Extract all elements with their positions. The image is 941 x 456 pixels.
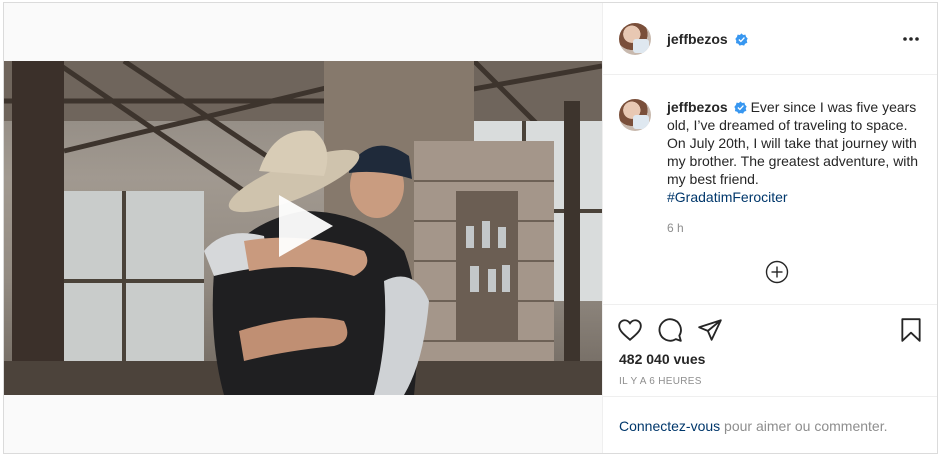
header-username[interactable]: jeffbezos xyxy=(667,31,728,47)
post-caption: jeffbezos Ever since I was five years ol… xyxy=(667,98,929,206)
heart-icon[interactable] xyxy=(617,317,643,343)
post-header: jeffbezos xyxy=(603,3,937,75)
caption-avatar[interactable] xyxy=(619,99,651,131)
video-player[interactable] xyxy=(4,61,602,395)
paper-plane-icon[interactable] xyxy=(697,317,723,343)
login-text: Connectez-vous pour aimer ou commenter. xyxy=(619,418,887,434)
plus-circle-icon[interactable] xyxy=(765,260,789,284)
more-options-icon[interactable] xyxy=(901,29,921,49)
avatar[interactable] xyxy=(619,23,651,55)
action-bar xyxy=(603,305,937,355)
caption-username[interactable]: jeffbezos xyxy=(667,99,728,115)
media-area xyxy=(4,3,602,453)
comment-icon[interactable] xyxy=(657,317,683,343)
comments-area: jeffbezos Ever since I was five years ol… xyxy=(603,75,937,305)
caption-time: 6 h xyxy=(667,221,684,235)
login-prompt: Connectez-vous pour aimer ou commenter. xyxy=(603,396,937,453)
login-link[interactable]: Connectez-vous xyxy=(619,418,720,434)
play-icon[interactable] xyxy=(273,191,337,261)
instagram-post: jeffbezos jeffbezos Ever since I was fiv… xyxy=(3,2,938,454)
bookmark-icon[interactable] xyxy=(898,317,924,343)
view-count: 482 040 vues xyxy=(619,351,706,367)
hashtag-link[interactable]: #GradatimFerociter xyxy=(667,189,788,205)
verified-badge-icon xyxy=(734,101,747,114)
post-sidebar: jeffbezos jeffbezos Ever since I was fiv… xyxy=(602,3,937,453)
login-rest-text: pour aimer ou commenter. xyxy=(720,418,888,434)
verified-badge-icon xyxy=(735,33,748,46)
post-timestamp: IL Y A 6 HEURES xyxy=(619,376,702,387)
